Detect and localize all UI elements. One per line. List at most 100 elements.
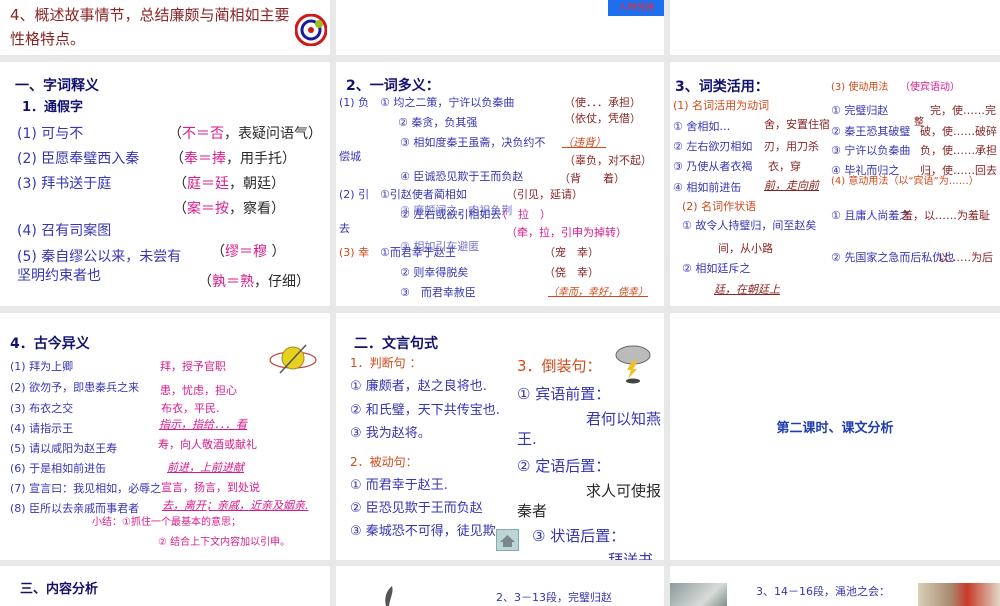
item: ② 和氏璧，天下共传宝也. [350,403,500,418]
item: ② 先国家之急而后私仇也 [831,251,955,264]
note: （背 着） [559,172,625,185]
note: 廷，在朝廷上 [714,283,780,296]
item: ③ 宁许以负秦曲 [831,144,911,157]
slide-title: 2、一词多义： [346,78,440,94]
item: 王. [517,430,537,448]
item: (8) 臣所以去亲戚而事君者 [10,502,140,515]
item: (1) 拜为上卿 [10,360,74,373]
item: 偿城 [339,150,361,163]
note: 前进，上前进献 [167,461,244,474]
slide-title: 一、字词释义 [15,78,99,94]
quill-icon [385,586,393,606]
note: （庭＝廷，朝廷） [173,176,285,192]
slide-thumbnail-yiciduoyi[interactable]: 2、一词多义： (1) 负 ① 均之二策，宁许以负秦曲 （使．．．承担） ② 秦… [336,62,664,306]
item: ② 秦王恐其破璧 [831,125,911,138]
item: (7) 宣言曰：我见相如，必辱之 [10,482,162,495]
slide-title: 2、3－13段，完璧归赵 [496,591,612,604]
note: （缪＝穆 ） [211,244,286,260]
slide-thumbnail-blank[interactable] [670,0,1000,55]
item: ① 完璧归赵 [831,104,889,117]
note: （使．．．承担） [564,96,641,109]
slide-thumbnail-wenyanjushi[interactable]: 二．文言句式 1．判断句 ： ① 廉颇者，赵之良将也. ② 和氏璧，天下共传宝也… [336,313,664,560]
slide-title: 3、14－16段，渑池之会： [756,585,890,598]
slide-thumbnail-lesson2[interactable]: 第二课时、课文分析 [670,313,1000,560]
note: （孰＝熟，仔细） [198,274,310,290]
slide-text: 性格特点。 [10,30,86,48]
slide-title: 三、内容分析 [20,582,99,597]
item: ③ 相如度秦王虽斋，决负约不 [400,136,546,149]
note: （辜负，对不起） [564,154,652,167]
note: 寿，向人敬酒或献礼 [158,438,257,451]
slide-title: 二．文言句式 [354,336,438,352]
note: 羞，以……为羞耻 [902,209,990,222]
item: ② 秦贪，负其强 [398,116,478,129]
item: ④ 相如前进缶 [673,181,742,194]
note: 负，使……承担 [920,144,997,157]
note: 衣，穿 [768,160,801,173]
item: 去 [339,222,350,235]
item: ③ 乃使从者衣褐 [673,160,753,173]
item: (2) 欲勿予，即患秦兵之来 [10,381,140,394]
character-button[interactable]: 人物性格 [608,0,664,16]
slide-thumbnail-mianchi[interactable]: 3、14－16段，渑池之会： [670,566,1000,606]
item: ③ 状语后置： [532,527,626,545]
item: (1) 可与不 [17,126,84,142]
slide-thumbnail-content-analysis[interactable]: 三、内容分析 [0,566,330,606]
item: ② 相如廷斥之 [682,262,751,275]
item: (6) 于是相如前进缶 [10,462,107,475]
note: （幸而，幸好，侥幸） [548,287,648,298]
item: (3) 幸 [339,246,370,259]
item: ② 则幸得脱矣 [400,266,469,279]
portrait-image [918,583,1000,606]
note: （引见，延请） [506,188,583,201]
slide-thumbnail-character[interactable]: 人物性格 [336,0,664,55]
item: ③ 秦城恐不可得，徒见欺 [350,524,496,539]
item: ② 定语后置： [517,457,611,475]
slide-thumbnail-cileihuoyong[interactable]: 3、词类活用： (1) 名词活用为动词 ① 舍相如… 舍，安置住宿 ② 左右欲刃… [670,62,1000,306]
item: (1) 负 [339,96,370,109]
heading: 2．被动句： [350,455,418,469]
note: 刃，用刀杀 [764,140,819,153]
note: 拜，授予官职 [160,360,226,373]
note: 指示，指给．．．看 [159,418,247,431]
slide-title: 4．古今异义 [10,336,90,352]
note: （宠 幸） [544,246,599,259]
item: (3) 拜书送于庭 [17,176,112,192]
item: ③ 我为赵将。 [350,426,431,441]
note: 布衣，平民. [161,402,220,415]
slide-thumbnail-gujinyiyi[interactable]: 4．古今异义 (1) 拜为上卿 (2) 欲勿予，即患秦兵之来 (3) 布衣之交 … [0,313,330,560]
slide-thumbnail-summary-task[interactable]: 4、概述故事情节，总结廉颇与蔺相如主要 性格特点。 [0,0,330,55]
item: (1) 名词活用为动词 [673,99,770,112]
item: (4) 请指示王 [10,422,74,435]
planet-icon [269,344,317,374]
note: （依仗，凭借） [564,112,641,125]
item: (2) 引 [339,188,370,201]
note: （侥 幸） [544,266,599,279]
note: 宣言，扬言，到处说 [161,481,260,494]
item: (3) 使动用法 [831,82,889,93]
item: 拜送书 [608,551,654,560]
home-button[interactable] [496,529,519,551]
note: 舍，安置住宿 [764,118,830,131]
item: (2) 臣愿奉璧西入秦 [17,151,140,167]
item: 求人可使报 [586,482,662,500]
painting-image [670,583,727,606]
heading: 3．倒装句： [517,357,602,375]
storm-cloud-icon [615,345,651,384]
item: (4) 意动用法（以“宾语”为……） [831,176,979,187]
note: 去，离开；亲戚，近亲及姻亲. [162,499,309,512]
note: 以……为后 [938,251,993,264]
note: （案＝按，察看） [173,201,285,217]
item: (5) 请以咸阳为赵王寿 [10,442,118,455]
slide-thumbnail-tongjiazi[interactable]: 一、字词释义 1．通假字 (1) 可与不 (2) 臣愿奉璧西入秦 (3) 拜书送… [0,62,330,306]
slide-title: 3、词类活用： [675,79,769,95]
slide-thumbnail-wanbi[interactable]: 2、3－13段，完璧归赵 [336,566,664,606]
item: (3) 布衣之交 [10,402,74,415]
item: (2) 名词作状语 [682,200,757,213]
note: 整 [914,117,924,128]
home-icon [500,535,515,547]
note: （奉＝捧，用手托） [170,151,296,167]
note: （ 拉 ） [496,208,551,221]
note: 间，从小路 [718,242,773,255]
heading: 1．判断句 ： [350,356,422,370]
